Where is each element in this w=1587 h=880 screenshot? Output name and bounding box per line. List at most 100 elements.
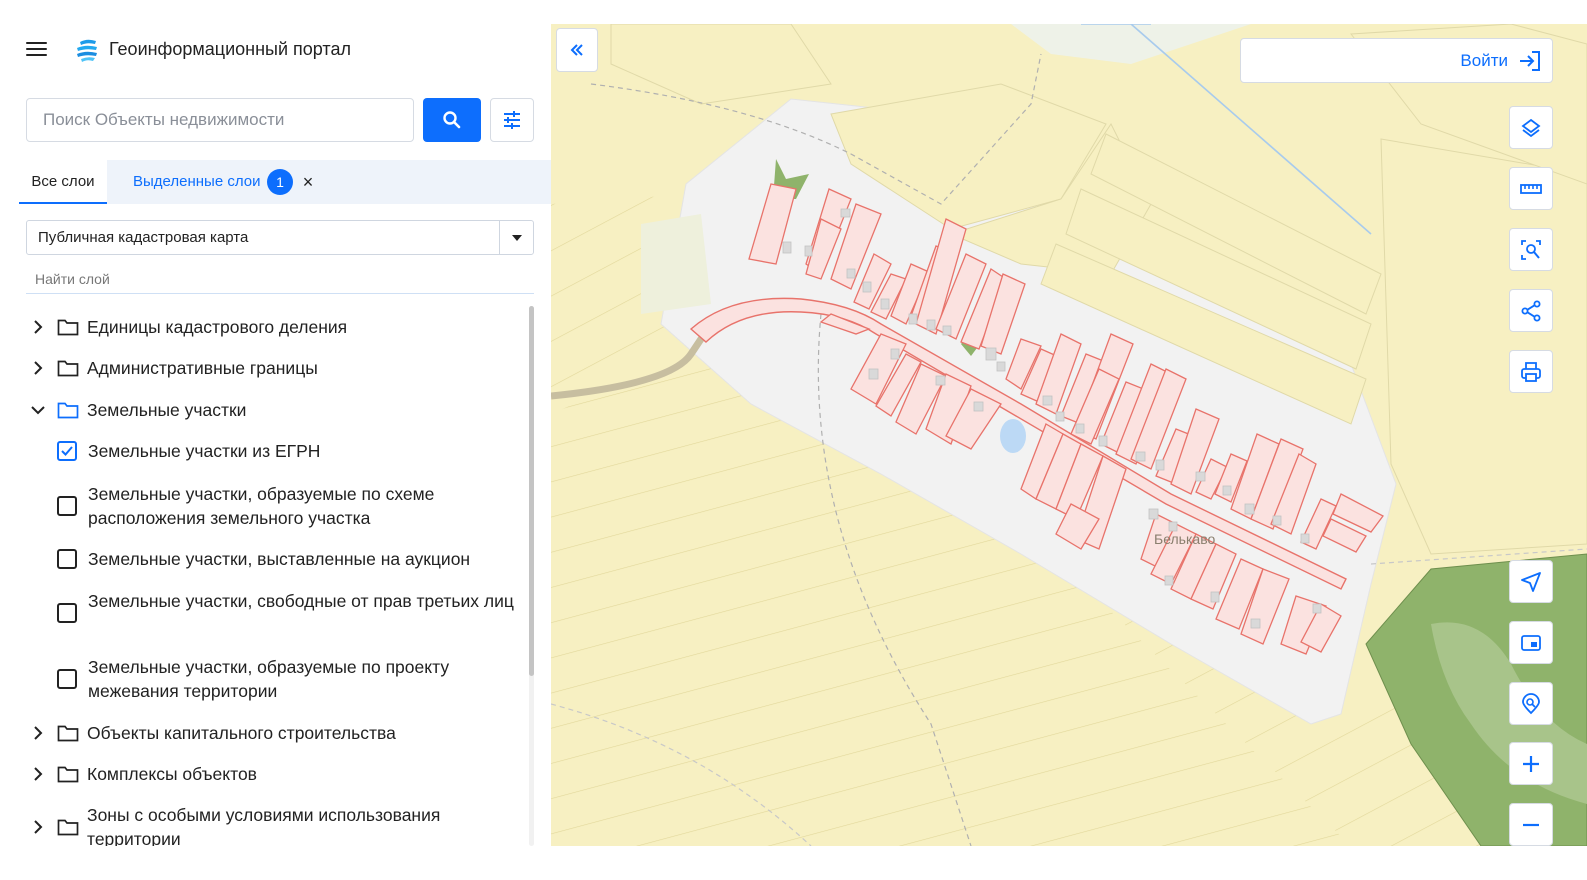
tree-item-land-plots[interactable]: Земельные участки: [26, 398, 522, 422]
share-icon: [1521, 300, 1541, 321]
building: [1222, 485, 1232, 496]
tree-item-special-zones[interactable]: Зоны с особыми условиями использования т…: [26, 803, 522, 846]
layer-egrn-plots[interactable]: Земельные участки из ЕГРН: [26, 439, 522, 463]
search-row: [26, 98, 536, 142]
search-icon: [443, 111, 461, 129]
tree-item-admin-borders[interactable]: Административные границы: [26, 356, 522, 380]
field-strip: [1380, 138, 1587, 555]
tree-item-cadastral-units[interactable]: Единицы кадастрового деления: [26, 315, 522, 339]
tree-item-label: Единицы кадастрового деления: [87, 317, 348, 337]
select-area-button[interactable]: [1509, 228, 1553, 271]
filter-button[interactable]: [490, 98, 534, 142]
collapse-sidebar-button[interactable]: [556, 28, 598, 72]
minimap-button[interactable]: [1509, 621, 1553, 664]
select-area-icon: [1521, 239, 1541, 260]
layer-checkbox-checked[interactable]: [57, 441, 77, 461]
layer-label: Земельные участки, выставленные на аукци…: [88, 549, 471, 569]
search-button[interactable]: [423, 98, 481, 142]
chevron-right-icon[interactable]: [30, 725, 46, 741]
tab-selected-layers[interactable]: Выделенные слои: [133, 160, 260, 204]
building: [1055, 411, 1065, 422]
building: [973, 401, 984, 412]
tree-item-label: Объекты капитального строительства: [87, 723, 396, 743]
building: [985, 347, 997, 361]
layer-label: Земельные участки, свободные от прав тре…: [88, 591, 514, 611]
tree-item-label: Зоны с особыми условиями использования т…: [87, 805, 441, 846]
logo-icon: [77, 39, 97, 62]
checkmark-icon: [61, 446, 73, 456]
building: [996, 361, 1006, 372]
layer-survey-plots[interactable]: Земельные участки, образуемые по проекту…: [26, 655, 522, 703]
tree-item-complexes[interactable]: Комплексы объектов: [26, 762, 522, 786]
layer-checkbox[interactable]: [57, 549, 77, 569]
map-canvas[interactable]: Белькаво: [551, 24, 1587, 846]
sidebar: Геоинформационный портал Все слои Выделе…: [0, 0, 551, 880]
layers-button[interactable]: [1509, 106, 1553, 149]
building: [1195, 471, 1206, 482]
chevron-right-icon[interactable]: [30, 766, 46, 782]
folder-icon: [57, 819, 79, 836]
building: [1250, 618, 1261, 629]
chevron-right-icon[interactable]: [30, 360, 46, 376]
tab-all-layers[interactable]: Все слои: [19, 160, 107, 204]
layer-tabs: Все слои Выделенные слои 1 ×: [19, 160, 551, 204]
pond: [1000, 419, 1026, 453]
chevron-right-icon[interactable]: [30, 819, 46, 835]
login-button[interactable]: Войти: [1240, 38, 1553, 83]
settlement-label: Белькаво: [1154, 531, 1216, 547]
tree-item-label: Административные границы: [87, 358, 318, 378]
building: [1135, 451, 1146, 462]
layer-label: Земельные участки из ЕГРН: [88, 441, 321, 461]
building: [908, 313, 918, 325]
dropdown-arrow[interactable]: [499, 221, 533, 254]
menu-icon-bar: [26, 47, 47, 50]
search-input[interactable]: [26, 98, 414, 142]
layer-checkbox[interactable]: [57, 603, 77, 623]
layer-tree: Единицы кадастрового деления Администрат…: [26, 306, 522, 846]
ruler-button[interactable]: [1509, 167, 1553, 210]
building: [1168, 521, 1178, 532]
layers-icon: [1521, 118, 1541, 137]
ruler-icon: [1520, 183, 1542, 194]
geo-search-button[interactable]: [1509, 682, 1553, 725]
building: [1164, 575, 1174, 586]
building: [804, 245, 813, 257]
map-layer: [551, 24, 1587, 846]
tree-item-capital-construction[interactable]: Объекты капитального строительства: [26, 721, 522, 745]
folder-icon: [57, 766, 79, 783]
chevron-down-icon[interactable]: [30, 402, 46, 418]
locate-button[interactable]: [1509, 560, 1553, 603]
layer-auction-plots[interactable]: Земельные участки, выставленные на аукци…: [26, 547, 522, 571]
tree-item-label: Комплексы объектов: [87, 764, 257, 784]
chevron-right-icon[interactable]: [30, 319, 46, 335]
zoom-in-button[interactable]: [1509, 742, 1553, 785]
clear-selected-icon[interactable]: ×: [298, 171, 318, 193]
layer-search-input[interactable]: [26, 264, 534, 294]
building: [880, 298, 890, 310]
building: [1155, 459, 1165, 471]
layer-free-plots[interactable]: Земельные участки, свободные от прав тре…: [26, 589, 522, 637]
menu-button[interactable]: [26, 38, 52, 62]
folder-icon: [57, 402, 79, 419]
selected-count-badge: 1: [267, 169, 293, 195]
layer-checkbox[interactable]: [57, 669, 77, 689]
print-icon: [1521, 361, 1541, 382]
layer-checkbox[interactable]: [57, 496, 77, 516]
folder-icon: [57, 360, 79, 377]
building: [1244, 503, 1255, 515]
scrollbar-thumb[interactable]: [529, 306, 534, 676]
zoom-out-button[interactable]: [1509, 803, 1553, 846]
menu-icon-bar: [26, 53, 47, 56]
share-button[interactable]: [1509, 289, 1553, 332]
folder-icon: [57, 725, 79, 742]
building: [862, 281, 872, 293]
building: [926, 319, 936, 331]
layer-scheme-plots[interactable]: Земельные участки, образуемые по схеме р…: [26, 482, 522, 530]
folder-icon: [57, 319, 79, 336]
page-title: Геоинформационный портал: [109, 39, 351, 59]
print-button[interactable]: [1509, 350, 1553, 393]
building: [782, 241, 792, 254]
basemap-select[interactable]: Публичная кадастровая карта: [26, 220, 534, 255]
building: [1148, 508, 1159, 520]
building: [1075, 423, 1085, 434]
